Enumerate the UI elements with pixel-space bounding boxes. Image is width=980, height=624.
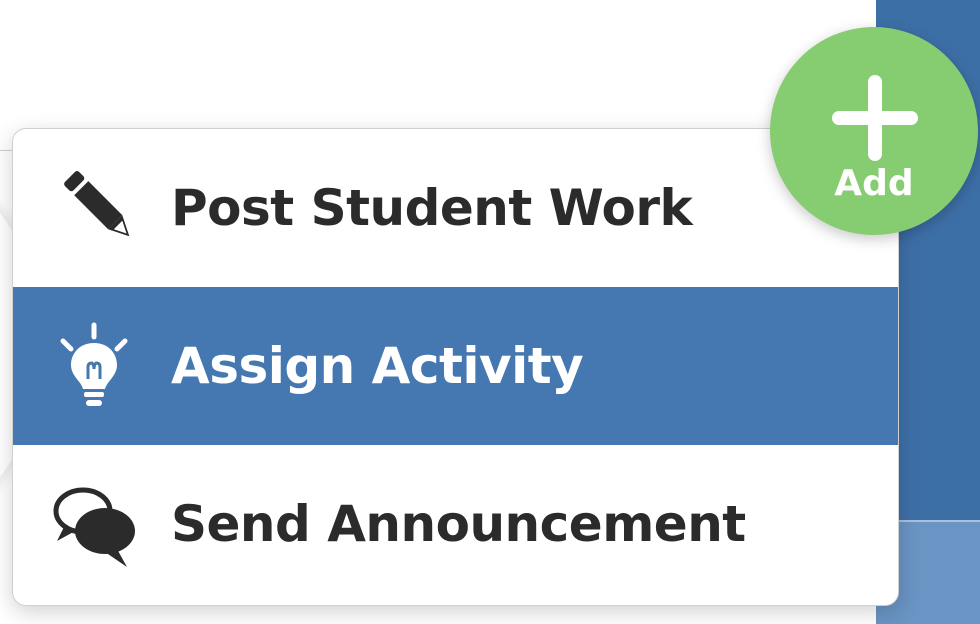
add-menu-dropdown: Post Student Work Assign Activity Send A… (12, 128, 899, 606)
add-button[interactable]: Add (770, 27, 978, 235)
menu-item-label: Post Student Work (171, 179, 693, 237)
menu-item-label: Send Announcement (171, 495, 746, 553)
menu-item-post-student-work[interactable]: Post Student Work (13, 129, 898, 287)
add-button-label: Add (834, 163, 914, 204)
menu-item-label: Assign Activity (171, 337, 584, 395)
pencil-icon (49, 163, 139, 253)
speech-bubbles-icon (49, 479, 139, 569)
menu-item-send-announcement[interactable]: Send Announcement (13, 445, 898, 603)
menu-item-assign-activity[interactable]: Assign Activity (13, 287, 898, 445)
lightbulb-icon (49, 321, 139, 411)
plus-icon (832, 75, 918, 161)
